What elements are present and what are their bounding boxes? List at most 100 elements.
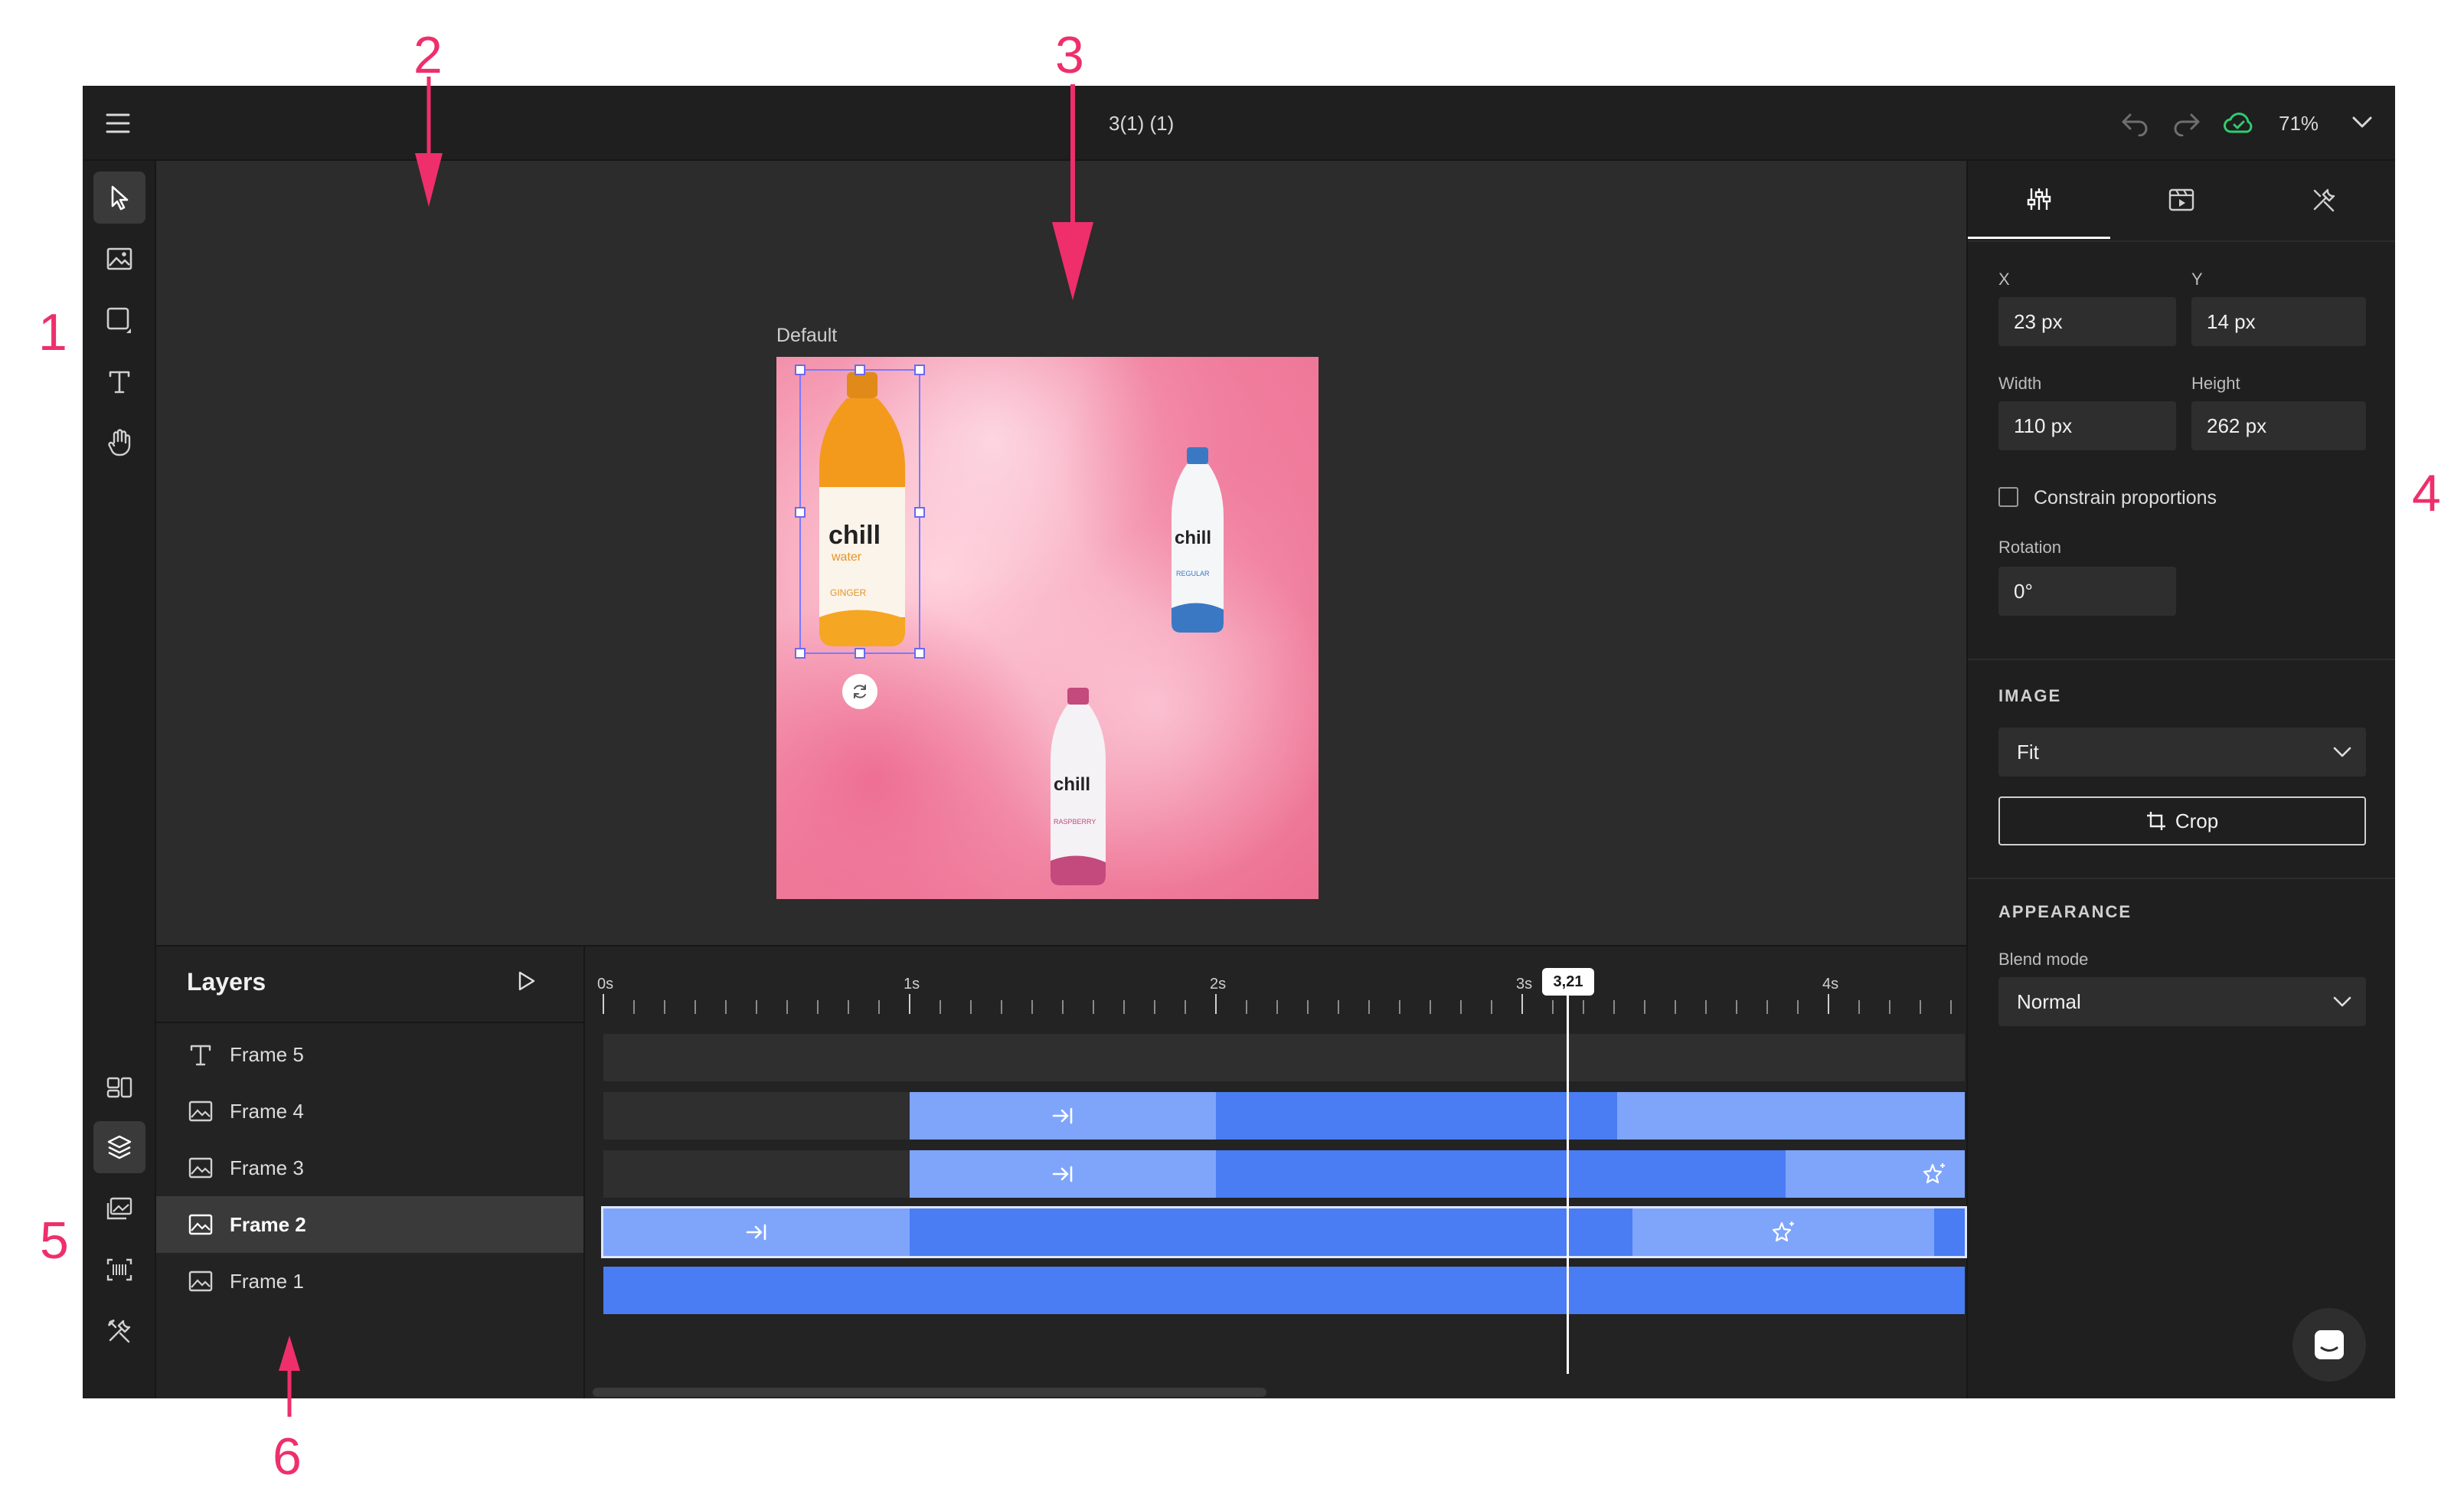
templates-icon[interactable] [93, 1061, 145, 1113]
resize-handle[interactable] [855, 365, 865, 375]
shape-tool-icon[interactable] [93, 294, 145, 346]
tab-tools[interactable] [2253, 161, 2395, 239]
divider [1968, 240, 2395, 242]
time-ruler[interactable]: 0s 1s 2s 3s 4s [585, 947, 1966, 1020]
resize-handle[interactable] [914, 365, 925, 375]
tab-adjust[interactable] [1968, 161, 2110, 239]
bottle-raspberry-image[interactable]: chill RASPBERRY [1046, 688, 1110, 887]
effect-segment[interactable] [1632, 1208, 1934, 1256]
rotation-label: Rotation [1998, 538, 2061, 557]
track-frame-1[interactable] [603, 1267, 1965, 1314]
effect-segment[interactable] [1786, 1150, 1965, 1198]
image-icon [188, 1269, 213, 1293]
fit-select[interactable]: Fit [1998, 728, 2366, 777]
chevron-down-icon[interactable] [2351, 113, 2374, 132]
track-frame-3[interactable] [603, 1150, 1965, 1198]
menu-icon[interactable] [104, 110, 132, 136]
resize-handle[interactable] [914, 507, 925, 518]
rotate-handle-icon[interactable] [842, 674, 877, 709]
layer-row-frame-1[interactable]: Frame 1 [156, 1253, 583, 1310]
y-input[interactable]: 14 px [2191, 297, 2366, 346]
ruler-ticks [603, 994, 1952, 1014]
bottle-regular-image[interactable]: chill REGULAR [1167, 447, 1228, 634]
clip-segment[interactable] [1216, 1150, 1786, 1198]
resize-handle[interactable] [855, 648, 865, 659]
tick-label-2s: 2s [1210, 976, 1227, 992]
timeline[interactable]: 0s 1s 2s 3s 4s 3,21 [585, 945, 1967, 1398]
rotation-input[interactable]: 0° [1998, 567, 2176, 616]
annotation-arrow-6 [279, 1336, 300, 1417]
text-tool-icon[interactable] [93, 355, 145, 407]
cloud-sync-icon[interactable] [2222, 109, 2256, 136]
image-tool-icon[interactable] [93, 233, 145, 285]
entry-arrow-icon [1052, 1166, 1073, 1182]
tick-label-4s: 4s [1822, 976, 1839, 992]
x-input[interactable]: 23 px [1998, 297, 2176, 346]
entry-animation-segment[interactable] [603, 1208, 910, 1256]
appearance-section-title: APPEARANCE [1998, 902, 2132, 921]
sparkle-star-icon [1772, 1221, 1794, 1242]
select-tool-icon[interactable] [93, 172, 145, 224]
width-input[interactable]: 110 px [1998, 401, 2176, 450]
image-section-title: IMAGE [1998, 686, 2062, 705]
resize-handle[interactable] [795, 507, 806, 518]
timeline-scrollbar[interactable] [593, 1388, 1266, 1397]
blend-mode-select[interactable]: Normal [1998, 977, 2366, 1026]
entry-animation-segment[interactable] [910, 1150, 1216, 1198]
layers-icon[interactable] [93, 1121, 145, 1173]
play-icon[interactable] [515, 970, 538, 992]
barcode-icon[interactable] [93, 1244, 145, 1296]
clip-segment[interactable] [910, 1208, 1632, 1256]
constrain-checkbox[interactable] [1998, 487, 2018, 507]
zoom-level[interactable]: 71% [2279, 112, 2319, 136]
undo-icon[interactable] [2119, 110, 2150, 136]
layer-row-frame-2[interactable]: Frame 2 [156, 1196, 583, 1253]
exit-animation-segment[interactable] [1617, 1092, 1965, 1140]
track-frame-2[interactable] [601, 1206, 1967, 1258]
annotation-4: 4 [2412, 464, 2441, 522]
resize-handle[interactable] [795, 365, 806, 375]
layer-row-frame-5[interactable]: Frame 5 [156, 1026, 583, 1083]
divider [156, 1022, 583, 1023]
media-icon[interactable] [93, 1182, 145, 1234]
chat-support-button[interactable] [2292, 1308, 2366, 1382]
track-frame-5[interactable] [603, 1034, 1965, 1081]
editor-window: 3(1) (1) 71% Default chill water GINGER … [83, 86, 2395, 1398]
selection-box[interactable] [799, 369, 920, 654]
width-label: Width [1998, 374, 2042, 393]
layer-row-frame-4[interactable]: Frame 4 [156, 1083, 583, 1140]
track-frame-4[interactable] [603, 1092, 1965, 1140]
divider [1968, 878, 2395, 879]
hand-tool-icon[interactable] [93, 417, 145, 469]
artboard-label: Default [776, 325, 838, 346]
text-icon [188, 1042, 213, 1067]
y-label: Y [2191, 270, 2203, 289]
annotation-arrow-3 [1052, 84, 1093, 300]
entry-arrow-icon [1052, 1107, 1073, 1124]
crop-button[interactable]: Crop [1998, 796, 2366, 845]
tools-icon[interactable] [93, 1305, 145, 1357]
entry-animation-segment[interactable] [910, 1092, 1216, 1140]
tab-animation[interactable] [2110, 161, 2253, 239]
playhead-line[interactable] [1567, 980, 1569, 1374]
chevron-down-icon [2332, 744, 2352, 760]
layer-label: Frame 1 [230, 1269, 304, 1293]
animation-icon [2168, 188, 2194, 211]
clip-segment[interactable] [1934, 1208, 1965, 1256]
clip-segment[interactable] [1216, 1092, 1617, 1140]
resize-handle[interactable] [914, 648, 925, 659]
chat-icon [2315, 1330, 2344, 1359]
artboard[interactable]: chill water GINGER chill REGULAR chill R… [776, 357, 1319, 899]
crop-icon [2146, 812, 2165, 830]
playhead-marker[interactable]: 3,21 [1542, 968, 1594, 996]
annotation-arrow-2 [415, 77, 443, 207]
svg-text:RASPBERRY: RASPBERRY [1054, 818, 1096, 826]
layer-row-frame-3[interactable]: Frame 3 [156, 1140, 583, 1196]
height-input[interactable]: 262 px [2191, 401, 2366, 450]
chevron-down-icon [2332, 994, 2352, 1009]
layer-label: Frame 4 [230, 1099, 304, 1123]
svg-text:REGULAR: REGULAR [1176, 570, 1210, 577]
redo-icon[interactable] [2172, 110, 2202, 136]
document-title[interactable]: 3(1) (1) [1109, 112, 1174, 136]
resize-handle[interactable] [795, 648, 806, 659]
